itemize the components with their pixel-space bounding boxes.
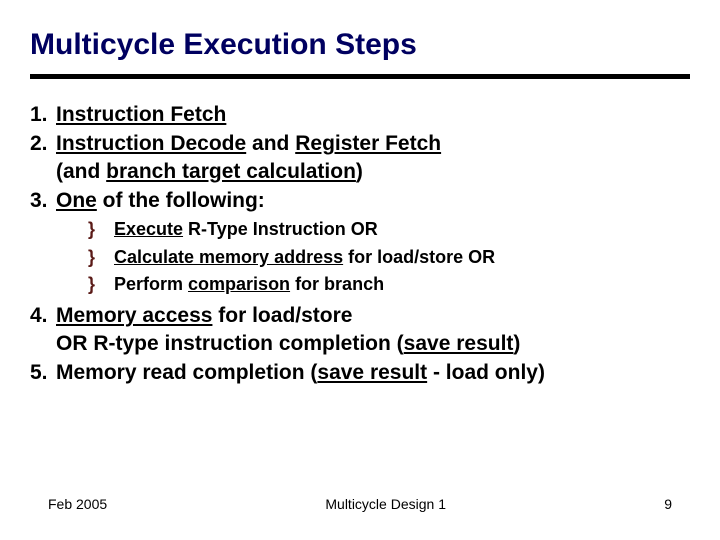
slide-body: 1. Instruction Fetch 2. Instruction Deco… — [30, 101, 690, 386]
bullet-icon: } — [88, 246, 114, 269]
step-text: Memory read completion (save result - lo… — [56, 359, 690, 386]
underline-text: save result — [404, 332, 514, 355]
step-number: 1. — [30, 101, 56, 128]
underline-text: Calculate memory address — [114, 247, 343, 267]
substep-2: } Calculate memory address for load/stor… — [88, 246, 690, 269]
plain-text: for load/store — [212, 304, 352, 327]
plain-text: and — [246, 132, 295, 155]
plain-text: ) — [513, 332, 520, 355]
step-4: 4. Memory access for load/store OR R-typ… — [30, 302, 690, 357]
plain-text: - load only) — [427, 361, 545, 384]
plain-text: for load/store OR — [343, 247, 495, 267]
footer-title: Multicycle Design 1 — [325, 496, 446, 512]
step-text: Instruction Fetch — [56, 101, 690, 128]
underline-text: Register Fetch — [295, 132, 441, 155]
step-text: One of the following: — [56, 187, 690, 214]
slide: Multicycle Execution Steps 1. Instructio… — [0, 0, 720, 540]
bullet-icon: } — [88, 218, 114, 241]
substep-text: Execute R-Type Instruction OR — [114, 218, 690, 241]
substep-3: } Perform comparison for branch — [88, 273, 690, 296]
underline-text: Instruction Fetch — [56, 103, 226, 126]
step-number: 5. — [30, 359, 56, 386]
step-number: 2. — [30, 130, 56, 185]
underline-text: comparison — [188, 274, 290, 294]
step-2: 2. Instruction Decode and Register Fetch… — [30, 130, 690, 185]
footer-date: Feb 2005 — [48, 496, 107, 512]
step-number: 3. — [30, 187, 56, 214]
underline-text: branch target calculation — [106, 160, 356, 183]
underline-text: One — [56, 189, 97, 212]
slide-title: Multicycle Execution Steps — [30, 28, 690, 62]
step-1: 1. Instruction Fetch — [30, 101, 690, 128]
plain-text: of the following: — [97, 189, 265, 212]
plain-text: ) — [356, 160, 363, 183]
slide-footer: Feb 2005 Multicycle Design 1 9 — [0, 496, 720, 512]
substep-text: Calculate memory address for load/store … — [114, 246, 690, 269]
plain-text: Perform — [114, 274, 188, 294]
underline-text: Instruction Decode — [56, 132, 246, 155]
plain-text: Memory read completion ( — [56, 361, 317, 384]
plain-text: R-Type Instruction OR — [183, 219, 378, 239]
plain-text: for branch — [290, 274, 384, 294]
bullet-icon: } — [88, 273, 114, 296]
step-3: 3. One of the following: — [30, 187, 690, 214]
title-divider — [30, 74, 690, 79]
step-text: Memory access for load/store OR R-type i… — [56, 302, 690, 357]
substep-1: } Execute R-Type Instruction OR — [88, 218, 690, 241]
step-number: 4. — [30, 302, 56, 357]
footer-page-number: 9 — [664, 496, 672, 512]
substep-text: Perform comparison for branch — [114, 273, 690, 296]
underline-text: save result — [317, 361, 427, 384]
step-3-sublist: } Execute R-Type Instruction OR } Calcul… — [88, 218, 690, 296]
plain-text: OR R-type instruction completion ( — [56, 332, 404, 355]
plain-text: (and — [56, 160, 106, 183]
underline-text: Execute — [114, 219, 183, 239]
underline-text: Memory access — [56, 304, 212, 327]
step-5: 5. Memory read completion (save result -… — [30, 359, 690, 386]
step-text: Instruction Decode and Register Fetch (a… — [56, 130, 690, 185]
